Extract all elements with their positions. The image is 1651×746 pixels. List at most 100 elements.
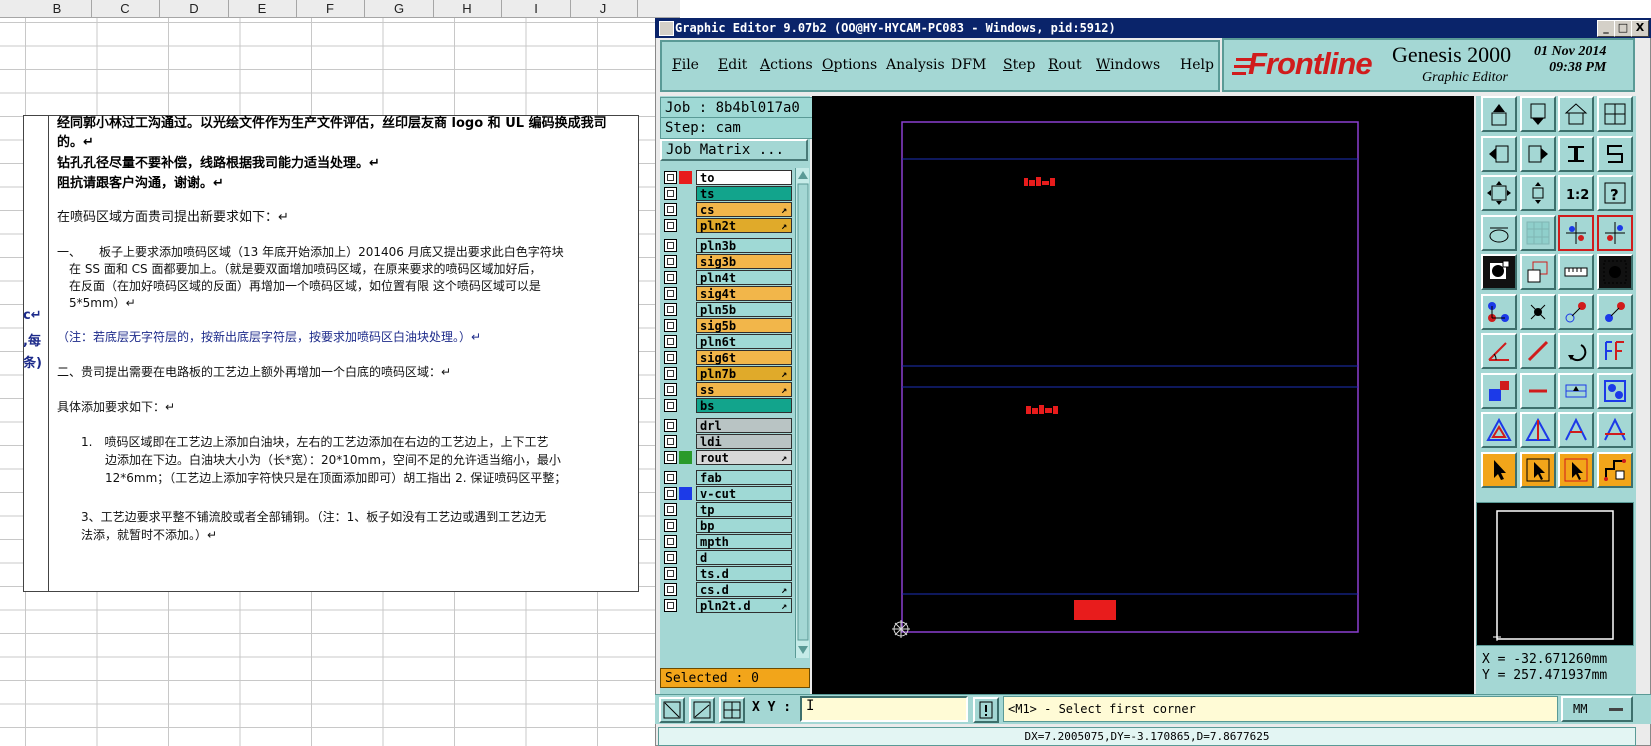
layer-name[interactable]: d (696, 550, 792, 565)
layer-checkbox[interactable] (664, 303, 677, 316)
layer-checkbox[interactable] (664, 271, 677, 284)
layer-name[interactable]: pln6t (696, 334, 792, 349)
layer-checkbox[interactable] (664, 171, 677, 184)
layer-checkbox[interactable] (664, 203, 677, 216)
tool-button-step[interactable] (1558, 135, 1594, 172)
tool-button-grid[interactable] (1519, 214, 1556, 251)
alert-button[interactable] (973, 697, 999, 723)
layer-checkbox[interactable] (664, 239, 677, 252)
layer-name[interactable]: tp (696, 502, 792, 517)
tool-button-pointer-box2[interactable] (1558, 451, 1594, 488)
tool-button-rotate[interactable] (1558, 333, 1594, 369)
tool-button-next[interactable] (1519, 135, 1556, 172)
layer-name[interactable]: fab (696, 470, 792, 485)
layer-name[interactable]: pln2t ↗ (696, 218, 792, 233)
layer-name[interactable]: pln5b (696, 302, 792, 317)
menu-step[interactable]: Step (1003, 57, 1035, 73)
layer-row-bp[interactable]: bp (662, 518, 794, 533)
layer-checkbox[interactable] (664, 419, 677, 432)
layer-row-d[interactable]: d (662, 550, 794, 565)
layer-name[interactable]: bp (696, 518, 792, 533)
layer-row-pln2t[interactable]: pln2t ↗ (662, 218, 794, 233)
layer-row-drl[interactable]: drl (662, 418, 794, 433)
layer-checkbox[interactable] (664, 583, 677, 596)
tool-button-scale[interactable]: 1:2 (1558, 175, 1594, 211)
layer-row-tp[interactable]: tp (662, 502, 794, 517)
tool-button-pointer[interactable] (1481, 451, 1517, 488)
tool-button-select-rect[interactable] (1519, 254, 1556, 290)
layer-row-bs[interactable]: bs (662, 398, 794, 413)
tool-button-line[interactable] (1481, 333, 1517, 369)
layer-row-ts.d[interactable]: ts.d (662, 566, 794, 581)
column-header-f[interactable]: F (320, 1, 340, 16)
tool-button-open-job[interactable] (1519, 96, 1556, 132)
layer-scrollbar[interactable] (795, 168, 809, 658)
layer-checkbox[interactable] (664, 367, 677, 380)
layer-checkbox[interactable] (664, 435, 677, 448)
layer-row-ss[interactable]: ss ↗ (662, 382, 794, 397)
menu-options[interactable]: Options (822, 57, 877, 73)
column-header-i[interactable]: I (526, 1, 546, 16)
tool-button-prev[interactable] (1481, 135, 1517, 172)
layer-checkbox[interactable] (664, 519, 677, 532)
tool-button-ruler[interactable] (1558, 254, 1594, 290)
xy-input[interactable]: I (800, 696, 968, 722)
layer-row-ts[interactable]: ts (662, 186, 794, 201)
layer-name[interactable]: ss ↗ (696, 382, 792, 397)
tool-button-move[interactable] (1558, 293, 1594, 330)
layer-checkbox[interactable] (664, 351, 677, 364)
tool-button-arrow-up[interactable] (1519, 412, 1556, 448)
column-header-b[interactable]: B (47, 1, 67, 16)
measure-button[interactable] (689, 697, 715, 723)
layer-row-cs.d[interactable]: cs.d ↗ (662, 582, 794, 597)
layer-row-pln4t[interactable]: pln4t (662, 270, 794, 285)
column-header-d[interactable]: D (184, 1, 204, 16)
layer-name[interactable]: bs (696, 398, 792, 413)
layer-checkbox[interactable] (664, 219, 677, 232)
menu-help[interactable]: Help (1180, 57, 1214, 73)
tool-button-home[interactable] (1481, 96, 1517, 132)
tool-button-house[interactable] (1558, 96, 1594, 132)
minimize-button[interactable]: _ (1597, 20, 1615, 37)
tool-button-minus[interactable] (1519, 372, 1556, 409)
menu-windows[interactable]: Windows (1096, 57, 1160, 73)
menu-rout[interactable]: Rout (1048, 57, 1082, 73)
layer-checkbox[interactable] (664, 551, 677, 564)
tool-button-feature[interactable] (1481, 254, 1517, 290)
grid-snap-button[interactable] (719, 697, 745, 723)
job-matrix-button[interactable]: Job Matrix ... (660, 139, 808, 161)
layer-checkbox[interactable] (664, 399, 677, 412)
layer-name[interactable]: sig5b (696, 318, 792, 333)
tool-button-diagonal[interactable] (1519, 333, 1556, 369)
tool-button-arc[interactable] (1558, 412, 1594, 448)
layer-checkbox[interactable] (664, 535, 677, 548)
menu-edit[interactable]: Edit (718, 57, 747, 73)
zoom-area-button[interactable] (659, 697, 685, 723)
tool-button-net[interactable] (1481, 293, 1517, 330)
tool-button-dot[interactable] (1596, 293, 1633, 330)
layer-row-pln7b[interactable]: pln7b ↗ (662, 366, 794, 381)
layer-checkbox[interactable] (664, 567, 677, 580)
layer-checkbox[interactable] (664, 287, 677, 300)
layer-row-rout[interactable]: rout ↗ (662, 450, 794, 465)
layer-row-fab[interactable]: fab (662, 470, 794, 485)
layer-name[interactable]: ldi (696, 434, 792, 449)
column-header-g[interactable]: G (389, 1, 409, 16)
layer-name[interactable]: rout ↗ (696, 450, 792, 465)
tool-button-circle[interactable] (1596, 254, 1633, 290)
layer-row-ldi[interactable]: ldi (662, 434, 794, 449)
layer-checkbox[interactable] (664, 187, 677, 200)
graphic-canvas[interactable] (812, 96, 1474, 694)
layer-row-to[interactable]: to (662, 170, 794, 185)
tool-button-arc2[interactable] (1596, 412, 1633, 448)
layer-name[interactable]: mpth (696, 534, 792, 549)
maximize-button[interactable]: □ (1614, 20, 1632, 37)
menu-analysis[interactable]: Analysis (886, 57, 945, 73)
overview-map[interactable] (1476, 502, 1634, 646)
layer-checkbox[interactable] (664, 451, 677, 464)
tool-button-window[interactable] (1596, 96, 1633, 132)
column-header-h[interactable]: H (457, 1, 477, 16)
layer-row-sig3b[interactable]: sig3b (662, 254, 794, 269)
layer-name[interactable]: to (696, 170, 792, 185)
layer-row-sig4t[interactable]: sig4t (662, 286, 794, 301)
